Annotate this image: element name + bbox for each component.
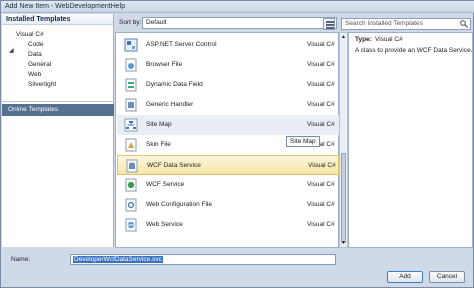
- template-name: WCF Service: [146, 181, 185, 188]
- template-row-dynamic-data-field[interactable]: Dynamic Data Field Visual C#: [117, 75, 339, 95]
- title-bar: Add New Item - WebDevelopmentHelp: [1, 1, 474, 13]
- template-language: Visual C#: [307, 201, 335, 208]
- tree-item-visual-csharp[interactable]: Visual C#: [16, 31, 44, 38]
- sort-label: Sort by:: [119, 19, 142, 26]
- type-label: Type:: [355, 36, 372, 43]
- site-map-tooltip: Site Map: [286, 136, 320, 147]
- template-language: Visual C#: [307, 61, 335, 68]
- cancel-button[interactable]: Cancel: [429, 271, 465, 283]
- name-field[interactable]: DeveloperWcfDataService.svc: [70, 254, 336, 265]
- sort-toolbar: Sort by: Default ▼: [115, 14, 345, 32]
- template-name: Browser File: [146, 61, 183, 68]
- template-language: Visual C#: [307, 41, 335, 48]
- tree-item-general[interactable]: General: [28, 61, 51, 68]
- name-label: Name:: [11, 256, 31, 263]
- online-templates-item[interactable]: Online Templates: [2, 104, 114, 116]
- window-title: Add New Item - WebDevelopmentHelp: [5, 3, 126, 10]
- template-name: Web Configuration File: [146, 201, 212, 208]
- template-list-scrollbar[interactable]: ▲ ▼: [339, 32, 348, 248]
- site-map-icon: [124, 118, 138, 132]
- template-name: WCF Data Service: [147, 162, 201, 169]
- data-field-icon: [124, 78, 138, 92]
- generic-handler-icon: [124, 98, 138, 112]
- template-row-web-configuration-file[interactable]: Web Configuration File Visual C#: [117, 195, 339, 215]
- wcf-data-service-icon: [125, 159, 139, 173]
- type-value: Visual C#: [375, 36, 403, 43]
- template-name: Skin File: [146, 141, 171, 148]
- template-name: Web Service: [146, 221, 183, 228]
- browser-file-icon: [124, 58, 138, 72]
- installed-templates-header[interactable]: Installed Templates: [2, 14, 113, 25]
- template-row-web-service[interactable]: Web Service Visual C#: [117, 215, 339, 235]
- tree-item-web[interactable]: Web: [28, 71, 41, 78]
- template-row-wcf-service[interactable]: WCF Service Visual C#: [117, 175, 339, 195]
- scroll-up-icon[interactable]: ▲: [341, 34, 346, 40]
- template-row-site-map[interactable]: Site Map Visual C#: [117, 115, 339, 135]
- template-language: Visual C#: [308, 162, 336, 169]
- add-new-item-dialog: Add New Item - WebDevelopmentHelp Instal…: [0, 0, 474, 288]
- template-language: Visual C#: [307, 221, 335, 228]
- template-info-panel: Type: Visual C# A class to provide an WC…: [348, 32, 473, 248]
- tree-item-code[interactable]: Code: [28, 41, 44, 48]
- template-name: ASP.NET Server Control: [146, 41, 217, 48]
- search-icon[interactable]: [460, 20, 468, 30]
- scroll-down-icon[interactable]: ▼: [341, 240, 346, 246]
- template-row-browser-file[interactable]: Browser File Visual C#: [117, 55, 339, 75]
- template-name: Site Map: [146, 121, 172, 128]
- wcf-service-icon: [124, 178, 138, 192]
- template-language: Visual C#: [307, 181, 335, 188]
- template-name: Generic Handler: [146, 101, 194, 108]
- template-language: Visual C#: [307, 81, 335, 88]
- template-row-wcf-data-service[interactable]: WCF Data Service Visual C#: [117, 155, 339, 175]
- template-row-aspnet-server-control[interactable]: ASP.NET Server Control Visual C#: [117, 35, 339, 55]
- tree-item-data[interactable]: Data: [28, 51, 42, 58]
- server-control-icon: [124, 38, 138, 52]
- list-view-button[interactable]: [323, 18, 335, 30]
- template-name: Dynamic Data Field: [146, 81, 203, 88]
- search-placeholder: Search Installed Templates: [345, 20, 423, 27]
- web-config-icon: [124, 198, 138, 212]
- template-language: Visual C#: [307, 121, 335, 128]
- collapse-icon[interactable]: ◢: [9, 47, 14, 54]
- scrollbar-thumb[interactable]: [341, 153, 346, 243]
- sort-dropdown[interactable]: Default ▼: [142, 17, 337, 29]
- template-language: Visual C#: [307, 101, 335, 108]
- divider: [2, 101, 114, 102]
- sort-value: Default: [146, 19, 167, 26]
- template-row-generic-handler[interactable]: Generic Handler Visual C#: [117, 95, 339, 115]
- tree-item-silverlight[interactable]: Silverlight: [28, 81, 56, 88]
- templates-tree-panel: Installed Templates ◢ Visual C# Code Dat…: [2, 14, 114, 247]
- skin-file-icon: [124, 138, 138, 152]
- web-service-icon: [124, 218, 138, 232]
- template-description: A class to provide an WCF Data Service.: [355, 47, 473, 54]
- list-view-icon: [326, 21, 334, 29]
- add-button[interactable]: Add: [387, 271, 423, 283]
- search-input[interactable]: Search Installed Templates: [341, 18, 471, 30]
- name-value: DeveloperWcfDataService.svc: [73, 256, 163, 263]
